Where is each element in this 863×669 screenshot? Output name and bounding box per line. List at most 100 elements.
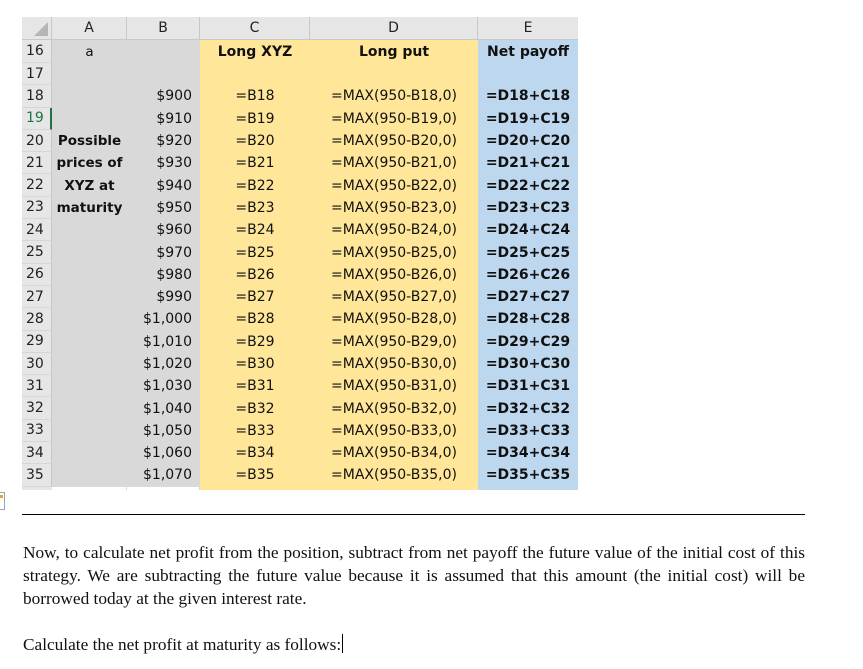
long-xyz-formula-cell[interactable]: =B22 <box>200 174 310 197</box>
long-put-formula-cell[interactable]: =MAX(950-B19,0) <box>310 107 478 130</box>
header-net-payoff[interactable]: Net payoff <box>478 40 578 63</box>
row-header[interactable]: 30 <box>22 352 52 376</box>
column-header-e[interactable]: E <box>478 17 578 40</box>
row-header[interactable]: 18 <box>22 85 52 108</box>
net-payoff-formula-cell[interactable]: =D21+C21 <box>478 152 578 175</box>
cell-b17[interactable] <box>127 63 200 86</box>
net-payoff-formula-cell[interactable]: =D29+C29 <box>478 330 578 353</box>
row-label-cell[interactable] <box>52 375 127 398</box>
net-payoff-formula-cell[interactable]: =D32+C32 <box>478 397 578 420</box>
price-cell[interactable]: $920 <box>127 129 200 153</box>
row-header[interactable]: 25 <box>22 241 52 264</box>
row-label-cell[interactable] <box>52 464 127 487</box>
long-xyz-formula-cell[interactable]: =B25 <box>200 241 310 264</box>
long-put-formula-cell[interactable]: =MAX(950-B26,0) <box>310 263 478 286</box>
long-put-formula-cell[interactable]: =MAX(950-B23,0) <box>310 196 478 220</box>
price-cell[interactable]: $910 <box>127 107 200 130</box>
row-label-cell[interactable] <box>52 107 127 130</box>
row-label-cell[interactable] <box>52 308 127 331</box>
long-xyz-formula-cell[interactable]: =B32 <box>200 397 310 420</box>
long-put-formula-cell[interactable]: =MAX(950-B27,0) <box>310 285 478 309</box>
cell-a16[interactable]: a <box>52 40 127 63</box>
long-xyz-formula-cell[interactable]: =B29 <box>200 330 310 353</box>
long-put-formula-cell[interactable]: =MAX(950-B22,0) <box>310 174 478 197</box>
price-cell[interactable]: $1,030 <box>127 375 200 398</box>
header-long-xyz[interactable]: Long XYZ <box>200 40 310 63</box>
long-put-formula-cell[interactable]: =MAX(950-B34,0) <box>310 442 478 465</box>
long-xyz-formula-cell[interactable]: =B24 <box>200 219 310 242</box>
long-put-formula-cell[interactable]: =MAX(950-B25,0) <box>310 241 478 264</box>
net-payoff-formula-cell[interactable]: =D34+C34 <box>478 442 578 465</box>
long-put-formula-cell[interactable]: =MAX(950-B30,0) <box>310 352 478 376</box>
net-payoff-formula-cell[interactable]: =D23+C23 <box>478 196 578 220</box>
price-cell[interactable]: $930 <box>127 152 200 175</box>
net-payoff-formula-cell[interactable]: =D22+C22 <box>478 174 578 197</box>
row-label-cell[interactable] <box>52 352 127 376</box>
row-label-cell[interactable] <box>52 219 127 242</box>
long-xyz-formula-cell[interactable]: =B21 <box>200 152 310 175</box>
long-xyz-formula-cell[interactable]: =B28 <box>200 308 310 331</box>
net-payoff-formula-cell[interactable]: =D31+C31 <box>478 375 578 398</box>
cell-a17[interactable] <box>52 63 127 86</box>
net-payoff-formula-cell[interactable]: =D33+C33 <box>478 419 578 443</box>
row-header[interactable]: 33 <box>22 419 52 443</box>
net-payoff-formula-cell[interactable]: =D19+C19 <box>478 107 578 130</box>
row-label-cell[interactable] <box>52 419 127 443</box>
price-cell[interactable]: $1,000 <box>127 308 200 331</box>
row-label-cell[interactable] <box>52 330 127 353</box>
long-xyz-formula-cell[interactable]: =B34 <box>200 442 310 465</box>
cell-b16[interactable] <box>127 40 200 63</box>
price-cell[interactable]: $1,050 <box>127 419 200 443</box>
row-header[interactable]: 20 <box>22 129 52 153</box>
long-put-formula-cell[interactable]: =MAX(950-B24,0) <box>310 219 478 242</box>
long-put-formula-cell[interactable]: =MAX(950-B31,0) <box>310 375 478 398</box>
cell-e17[interactable] <box>478 63 578 86</box>
row-header[interactable]: 35 <box>22 464 52 487</box>
long-xyz-formula-cell[interactable]: =B27 <box>200 285 310 309</box>
price-cell[interactable]: $1,010 <box>127 330 200 353</box>
long-xyz-formula-cell[interactable]: =B31 <box>200 375 310 398</box>
long-put-formula-cell[interactable]: =MAX(950-B20,0) <box>310 129 478 153</box>
row-header[interactable]: 28 <box>22 308 52 331</box>
price-cell[interactable]: $950 <box>127 196 200 220</box>
long-put-formula-cell[interactable]: =MAX(950-B21,0) <box>310 152 478 175</box>
net-payoff-formula-cell[interactable]: =D35+C35 <box>478 464 578 487</box>
row-header[interactable]: 16 <box>22 40 52 63</box>
long-put-formula-cell[interactable]: =MAX(950-B33,0) <box>310 419 478 443</box>
long-xyz-formula-cell[interactable]: =B35 <box>200 464 310 487</box>
long-put-formula-cell[interactable]: =MAX(950-B35,0) <box>310 464 478 487</box>
net-payoff-formula-cell[interactable]: =D25+C25 <box>478 241 578 264</box>
row-label-cell[interactable] <box>52 285 127 309</box>
net-payoff-formula-cell[interactable]: =D26+C26 <box>478 263 578 286</box>
price-cell[interactable]: $1,070 <box>127 464 200 487</box>
price-cell[interactable]: $970 <box>127 241 200 264</box>
long-xyz-formula-cell[interactable]: =B20 <box>200 129 310 153</box>
row-header[interactable]: 24 <box>22 219 52 242</box>
long-xyz-formula-cell[interactable]: =B33 <box>200 419 310 443</box>
row-header[interactable]: 29 <box>22 330 52 353</box>
long-xyz-formula-cell[interactable]: =B18 <box>200 85 310 108</box>
column-header-d[interactable]: D <box>310 17 478 40</box>
row-header[interactable]: 32 <box>22 397 52 420</box>
long-put-formula-cell[interactable]: =MAX(950-B18,0) <box>310 85 478 108</box>
cell-c17[interactable] <box>200 63 310 86</box>
net-payoff-formula-cell[interactable]: =D30+C30 <box>478 352 578 376</box>
cell-d17[interactable] <box>310 63 478 86</box>
long-xyz-formula-cell[interactable]: =B23 <box>200 196 310 220</box>
long-put-formula-cell[interactable]: =MAX(950-B29,0) <box>310 330 478 353</box>
price-cell[interactable]: $990 <box>127 285 200 309</box>
long-xyz-formula-cell[interactable]: =B26 <box>200 263 310 286</box>
price-cell[interactable]: $1,060 <box>127 442 200 465</box>
row-header[interactable]: 34 <box>22 442 52 465</box>
long-put-formula-cell[interactable]: =MAX(950-B32,0) <box>310 397 478 420</box>
price-cell[interactable]: $900 <box>127 85 200 108</box>
row-label-cell[interactable] <box>52 397 127 420</box>
net-payoff-formula-cell[interactable]: =D20+C20 <box>478 129 578 153</box>
row-label-cell[interactable]: maturity <box>52 196 127 220</box>
row-header[interactable]: 27 <box>22 285 52 309</box>
net-payoff-formula-cell[interactable]: =D18+C18 <box>478 85 578 108</box>
row-label-cell[interactable] <box>52 263 127 286</box>
price-cell[interactable]: $940 <box>127 174 200 197</box>
row-label-cell[interactable]: prices of <box>52 152 127 175</box>
row-label-cell[interactable] <box>52 241 127 264</box>
